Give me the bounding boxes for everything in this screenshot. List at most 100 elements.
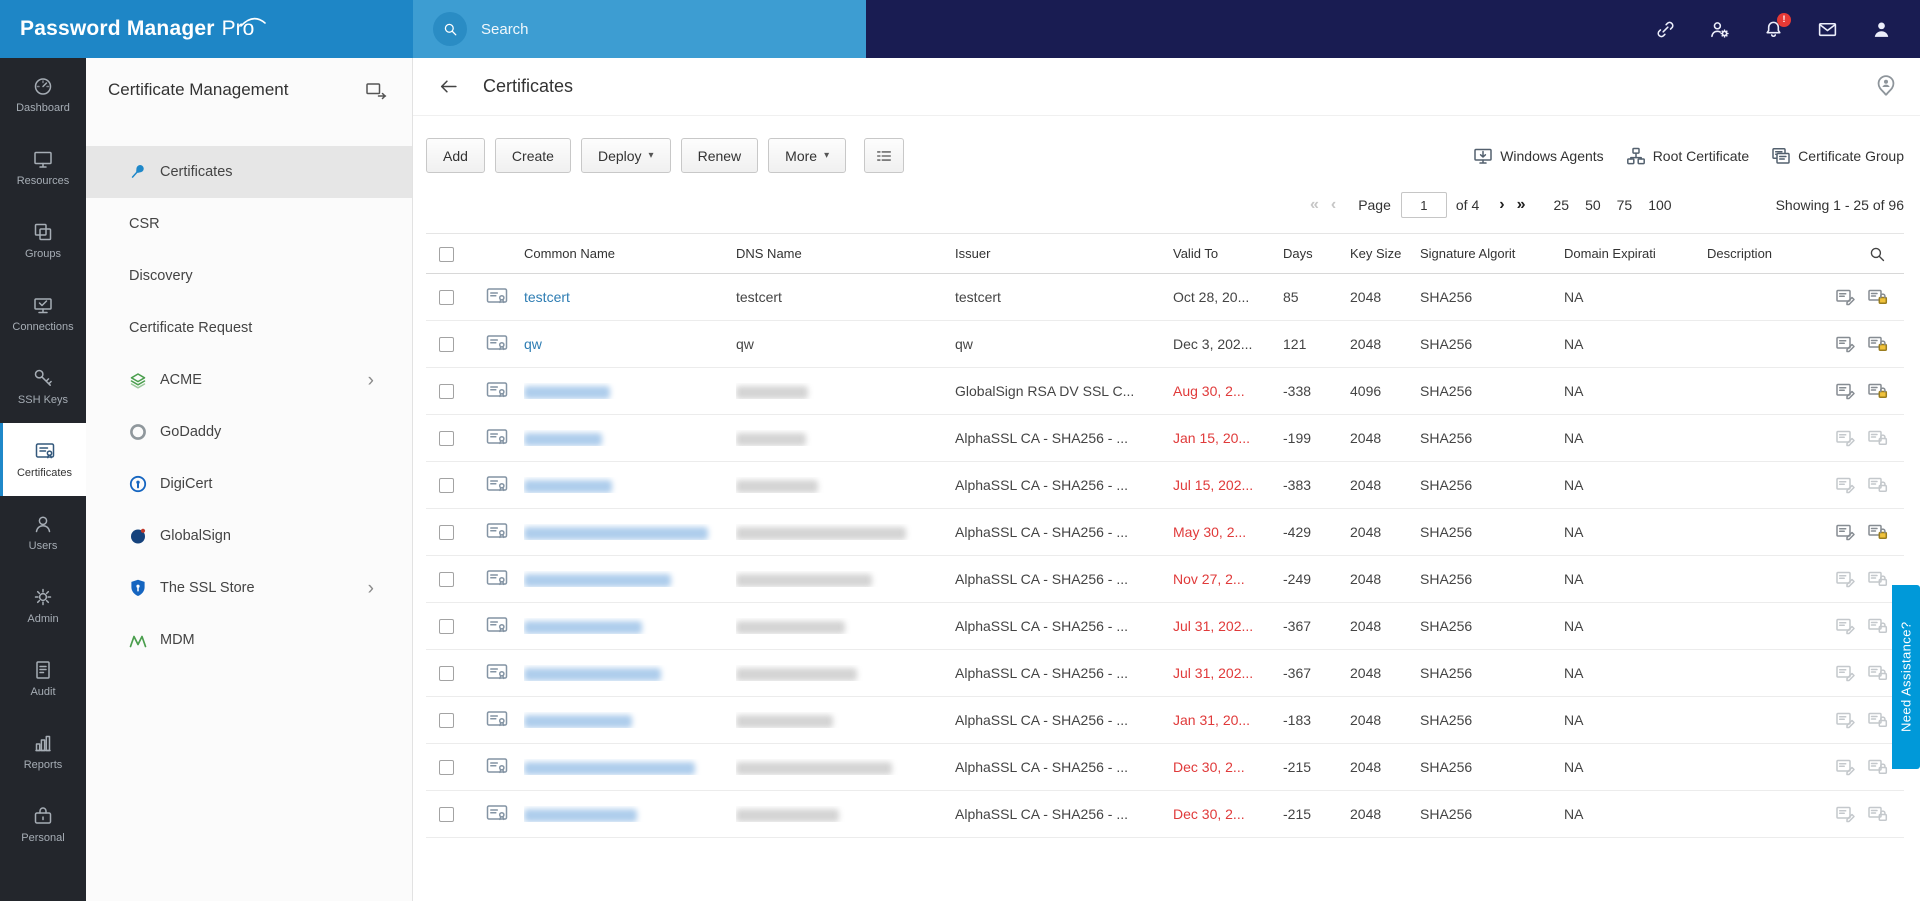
help-assistant-icon[interactable] xyxy=(1874,74,1898,100)
sign-certificate-icon[interactable] xyxy=(1835,523,1856,541)
table-row[interactable]: AlphaSSL CA - SHA256 - ... May 30, 2... -4… xyxy=(426,509,1904,556)
sidebar-item-mdm[interactable]: MDM xyxy=(86,614,412,666)
sign-certificate-icon[interactable] xyxy=(1835,617,1856,635)
sign-certificate-icon[interactable] xyxy=(1835,758,1856,776)
rail-item-certificates[interactable]: Certificates xyxy=(0,423,86,496)
table-row[interactable]: AlphaSSL CA - SHA256 - ... Dec 30, 2... -2… xyxy=(426,744,1904,791)
rail-item-ssh-keys[interactable]: SSH Keys xyxy=(0,350,86,423)
common-name-link[interactable]: qw xyxy=(524,336,542,352)
sign-certificate-icon[interactable] xyxy=(1835,805,1856,823)
sign-certificate-icon[interactable] xyxy=(1835,429,1856,447)
row-checkbox[interactable] xyxy=(439,431,454,447)
sign-certificate-icon[interactable] xyxy=(1835,664,1856,682)
row-checkbox[interactable] xyxy=(439,290,454,306)
table-row[interactable]: GlobalSign RSA DV SSL C... Aug 30, 2... -3… xyxy=(426,368,1904,415)
deploy-button[interactable]: Deploy ▾ xyxy=(580,138,671,173)
windows-agents-link[interactable]: Windows Agents xyxy=(1473,146,1604,166)
row-checkbox[interactable] xyxy=(439,713,454,729)
need-assistance-tab[interactable]: Need Assistance? xyxy=(1892,585,1920,769)
add-button[interactable]: Add xyxy=(426,138,485,173)
rail-item-admin[interactable]: Admin xyxy=(0,569,86,642)
create-button[interactable]: Create xyxy=(494,138,571,173)
certificate-lock-icon[interactable] xyxy=(1867,288,1888,306)
table-row[interactable]: AlphaSSL CA - SHA256 - ... Jul 31, 202...… xyxy=(426,650,1904,697)
password-link-icon[interactable] xyxy=(1655,19,1676,40)
last-page-button[interactable]: » xyxy=(1517,197,1526,213)
sign-certificate-icon[interactable] xyxy=(1835,335,1856,353)
page-size-100[interactable]: 100 xyxy=(1648,197,1671,213)
search-icon[interactable] xyxy=(433,12,467,46)
certificate-group-link[interactable]: Certificate Group xyxy=(1771,146,1904,166)
column-header-signature-algorit[interactable]: Signature Algorit xyxy=(1420,246,1564,261)
detach-panel-icon[interactable] xyxy=(364,80,388,100)
page-size-50[interactable]: 50 xyxy=(1585,197,1601,213)
certificate-lock-icon[interactable] xyxy=(1867,382,1888,400)
blurred-common-name[interactable] xyxy=(524,620,642,634)
certificate-lock-icon[interactable] xyxy=(1867,805,1888,823)
sidebar-item-globalsign[interactable]: GlobalSign xyxy=(86,510,412,562)
column-header-domain-expirati[interactable]: Domain Expirati xyxy=(1564,246,1707,261)
column-header-key-size[interactable]: Key Size xyxy=(1350,246,1420,261)
rail-item-users[interactable]: Users xyxy=(0,496,86,569)
rail-item-reports[interactable]: Reports xyxy=(0,715,86,788)
row-checkbox[interactable] xyxy=(439,572,454,588)
first-page-button[interactable]: « xyxy=(1310,197,1319,213)
sign-certificate-icon[interactable] xyxy=(1835,570,1856,588)
certificate-lock-icon[interactable] xyxy=(1867,758,1888,776)
certificate-lock-icon[interactable] xyxy=(1867,476,1888,494)
row-checkbox[interactable] xyxy=(439,807,454,823)
prev-page-button[interactable]: ‹ xyxy=(1331,197,1336,213)
sidebar-item-certificates[interactable]: Certificates xyxy=(86,146,412,198)
table-search-icon[interactable] xyxy=(1868,245,1886,263)
table-row[interactable]: AlphaSSL CA - SHA256 - ... Jan 15, 20... -… xyxy=(426,415,1904,462)
row-checkbox[interactable] xyxy=(439,760,454,776)
certificate-lock-icon[interactable] xyxy=(1867,617,1888,635)
column-header-description[interactable]: Description xyxy=(1707,246,1830,261)
sign-certificate-icon[interactable] xyxy=(1835,382,1856,400)
rail-item-dashboard[interactable]: Dashboard xyxy=(0,58,86,131)
more-button[interactable]: More ▾ xyxy=(768,138,847,173)
blurred-common-name[interactable] xyxy=(524,761,695,775)
blurred-common-name[interactable] xyxy=(524,808,637,822)
certificate-lock-icon[interactable] xyxy=(1867,711,1888,729)
blurred-common-name[interactable] xyxy=(524,526,708,540)
user-profile-icon[interactable] xyxy=(1871,19,1892,40)
row-checkbox[interactable] xyxy=(439,525,454,541)
blurred-common-name[interactable] xyxy=(524,432,602,446)
sidebar-item-certificate-request[interactable]: Certificate Request xyxy=(86,302,412,354)
rail-item-resources[interactable]: Resources xyxy=(0,131,86,204)
sidebar-item-the-ssl-store[interactable]: The SSL Store › xyxy=(86,562,412,614)
root-certificate-link[interactable]: Root Certificate xyxy=(1626,146,1749,166)
blurred-common-name[interactable] xyxy=(524,385,610,399)
rail-item-personal[interactable]: Personal xyxy=(0,788,86,861)
blurred-common-name[interactable] xyxy=(524,479,612,493)
sign-certificate-icon[interactable] xyxy=(1835,476,1856,494)
certificate-lock-icon[interactable] xyxy=(1867,664,1888,682)
table-row[interactable]: testcert testcert testcert Oct 28, 20... 85 2… xyxy=(426,274,1904,321)
select-all-checkbox[interactable] xyxy=(439,246,454,262)
certificate-lock-icon[interactable] xyxy=(1867,523,1888,541)
page-size-25[interactable]: 25 xyxy=(1553,197,1569,213)
common-name-link[interactable]: testcert xyxy=(524,289,570,305)
column-header-days[interactable]: Days xyxy=(1283,246,1350,261)
blurred-common-name[interactable] xyxy=(524,667,661,681)
rail-item-connections[interactable]: Connections xyxy=(0,277,86,350)
list-view-toggle-button[interactable] xyxy=(864,138,905,173)
blurred-common-name[interactable] xyxy=(524,714,632,728)
page-number-input[interactable] xyxy=(1400,192,1447,218)
sign-certificate-icon[interactable] xyxy=(1835,288,1856,306)
notifications-bell-icon[interactable]: ! xyxy=(1763,12,1791,40)
certificate-lock-icon[interactable] xyxy=(1867,335,1888,353)
mail-icon[interactable] xyxy=(1817,19,1838,40)
rail-item-groups[interactable]: Groups xyxy=(0,204,86,277)
column-header-valid-to[interactable]: Valid To xyxy=(1173,246,1283,261)
blurred-common-name[interactable] xyxy=(524,573,671,587)
table-row[interactable]: qw qw qw Dec 3, 202... 121 2048 SHA256 NA xyxy=(426,321,1904,368)
row-checkbox[interactable] xyxy=(439,666,454,682)
sidebar-item-digicert[interactable]: DigiCert xyxy=(86,458,412,510)
sidebar-item-discovery[interactable]: Discovery xyxy=(86,250,412,302)
column-header-issuer[interactable]: Issuer xyxy=(955,246,1173,261)
certificate-lock-icon[interactable] xyxy=(1867,429,1888,447)
sign-certificate-icon[interactable] xyxy=(1835,711,1856,729)
page-size-75[interactable]: 75 xyxy=(1617,197,1633,213)
